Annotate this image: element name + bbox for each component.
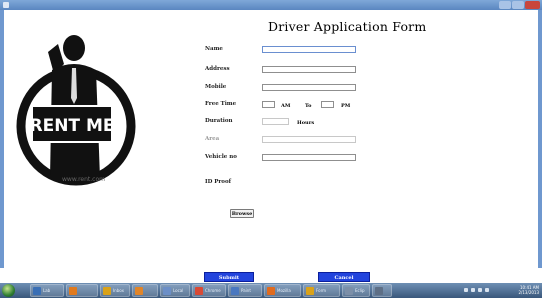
vehicle-no-label: Vehicle no xyxy=(205,154,237,160)
tray-battery-icon[interactable] xyxy=(485,288,489,292)
free-time-label: Free Time xyxy=(205,101,237,107)
mobile-field[interactable] xyxy=(262,84,356,91)
page-title: Driver Application Form xyxy=(268,19,427,34)
taskbar-item[interactable]: Inbox xyxy=(100,284,130,297)
taskbar-app-icon xyxy=(135,287,143,295)
taskbar-item-label: Eclip xyxy=(355,288,365,293)
taskbar-clock[interactable]: 10:41 AM 2/13/2013 xyxy=(518,285,539,295)
free-time-from-field[interactable] xyxy=(262,101,275,108)
start-button[interactable] xyxy=(2,284,15,297)
taskbar-app-icon xyxy=(375,287,383,295)
taskbar-item[interactable] xyxy=(132,284,158,297)
logo-graphic: RENT ME xyxy=(16,35,136,186)
logo-caption: www.rent.com xyxy=(62,176,105,183)
taskbar: Lab Inbox Local Chrome Paint Mozilla Form Eclip… xyxy=(0,283,542,298)
browse-button[interactable]: Browse xyxy=(230,209,254,218)
to-label: To xyxy=(305,103,312,109)
name-field[interactable] xyxy=(262,46,356,53)
system-tray: 10:41 AM 2/13/2013 xyxy=(460,283,542,298)
taskbar-item-label: Inbox xyxy=(113,288,124,293)
area-label: Area xyxy=(205,136,220,142)
area-field[interactable] xyxy=(262,136,356,143)
taskbar-item[interactable] xyxy=(372,284,392,297)
maximize-button[interactable] xyxy=(512,1,524,9)
free-time-to-field[interactable] xyxy=(321,101,334,108)
window-title-bar xyxy=(0,0,542,10)
taskbar-app-icon xyxy=(69,287,77,295)
window-frame-right xyxy=(538,10,542,268)
clock-date: 2/13/2013 xyxy=(518,290,539,295)
taskbar-item-label: Lab xyxy=(43,288,51,293)
taskbar-item[interactable]: Lab xyxy=(30,284,64,297)
taskbar-app-icon xyxy=(345,287,353,295)
cancel-button[interactable]: Cancel xyxy=(318,272,370,282)
id-proof-label: ID Proof xyxy=(205,179,231,185)
minimize-button[interactable] xyxy=(499,1,511,9)
taskbar-item[interactable] xyxy=(66,284,98,297)
pm-label: PM xyxy=(341,103,351,109)
hours-label: Hours xyxy=(297,120,315,126)
duration-field[interactable] xyxy=(262,118,289,125)
taskbar-app-icon xyxy=(267,287,275,295)
app-icon xyxy=(3,2,9,8)
window-frame-left xyxy=(0,10,4,268)
address-label: Address xyxy=(205,66,230,72)
taskbar-item[interactable]: Mozilla xyxy=(264,284,301,297)
taskbar-app-icon xyxy=(33,287,41,295)
taskbar-item-label: Local xyxy=(173,288,184,293)
taskbar-item-label: Paint xyxy=(241,288,251,293)
name-label: Name xyxy=(205,46,223,52)
taskbar-app-icon xyxy=(306,287,314,295)
taskbar-item[interactable]: Eclip xyxy=(342,284,370,297)
address-field[interactable] xyxy=(262,66,356,73)
taskbar-app-icon xyxy=(195,287,203,295)
taskbar-item-label: Mozilla xyxy=(277,288,291,293)
tray-network-icon[interactable] xyxy=(471,288,475,292)
mobile-label: Mobile xyxy=(205,84,227,90)
taskbar-item[interactable]: Chrome xyxy=(192,284,226,297)
vehicle-no-field[interactable] xyxy=(262,154,356,161)
taskbar-item[interactable]: Form xyxy=(303,284,340,297)
duration-label: Duration xyxy=(205,118,233,124)
taskbar-app-icon xyxy=(103,287,111,295)
taskbar-item[interactable]: Paint xyxy=(228,284,262,297)
am-label: AM xyxy=(281,103,291,109)
taskbar-item-label: Form xyxy=(316,288,327,293)
close-button[interactable] xyxy=(525,1,540,9)
logo-text: RENT ME xyxy=(30,116,115,136)
rent-me-logo: RENT ME xyxy=(14,28,144,190)
tray-volume-icon[interactable] xyxy=(478,288,482,292)
taskbar-app-icon xyxy=(231,287,239,295)
tray-flag-icon[interactable] xyxy=(464,288,468,292)
taskbar-item-label: Chrome xyxy=(205,288,221,293)
submit-button[interactable]: Submit xyxy=(204,272,254,282)
taskbar-app-icon xyxy=(163,287,171,295)
taskbar-item[interactable]: Local xyxy=(160,284,190,297)
